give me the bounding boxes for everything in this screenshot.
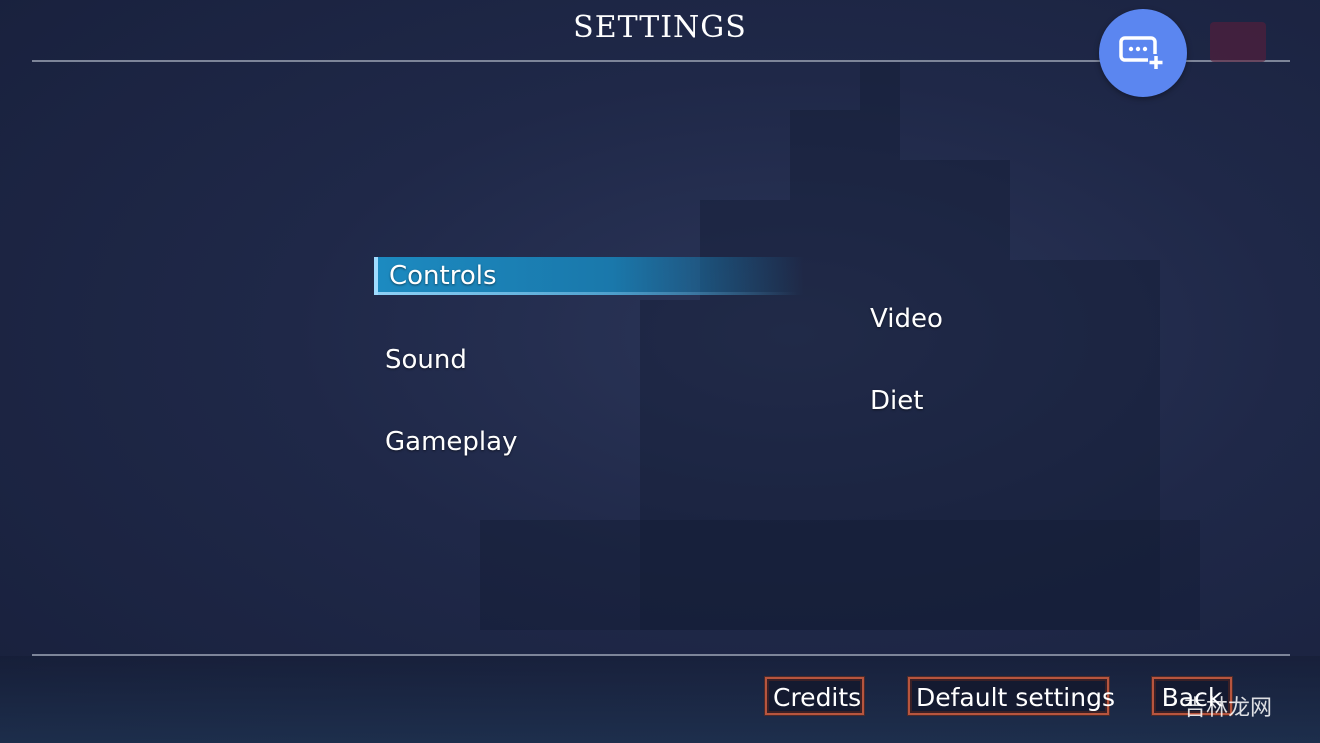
- footer-divider: [32, 654, 1290, 656]
- background-scene: [0, 0, 1320, 743]
- default-settings-button[interactable]: Default settings: [908, 677, 1115, 715]
- chat-add-icon: [1119, 36, 1164, 70]
- credits-button[interactable]: Credits: [765, 677, 864, 715]
- footer-bar: [0, 656, 1320, 743]
- corner-badge: [1210, 22, 1266, 62]
- menu-item-sound[interactable]: Sound: [385, 345, 467, 375]
- menu-item-gameplay[interactable]: Gameplay: [385, 427, 517, 457]
- menu-item-controls[interactable]: Controls: [374, 257, 804, 295]
- watermark-text: 吉林龙网: [1184, 696, 1273, 721]
- menu-item-video[interactable]: Video: [870, 304, 943, 334]
- chat-add-button[interactable]: [1099, 9, 1187, 97]
- menu-item-diet[interactable]: Diet: [870, 386, 923, 416]
